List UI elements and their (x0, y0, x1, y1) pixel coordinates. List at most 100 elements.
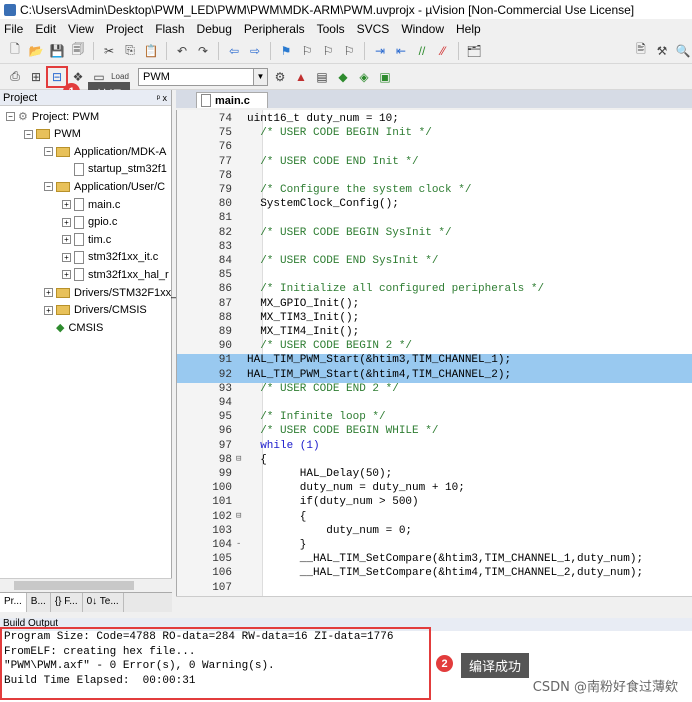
manage-run-time-icon[interactable]: ◆ (334, 68, 352, 86)
tree-item[interactable]: − PWM (24, 126, 81, 143)
expand-icon[interactable]: + (62, 252, 71, 262)
code-line[interactable]: 85 (177, 269, 692, 283)
expand-icon[interactable]: + (62, 217, 71, 227)
zoom-icon[interactable]: 🔍 (674, 42, 692, 60)
code-line[interactable]: 76 (177, 141, 692, 155)
scroll-thumb[interactable] (14, 581, 134, 590)
menu-help[interactable]: Help (456, 22, 481, 36)
menu-peripherals[interactable]: Peripherals (244, 22, 305, 36)
fold-marker[interactable]: ⊟ (236, 454, 245, 464)
tree-item[interactable]: + gpio.c (62, 214, 117, 231)
tab-main-c[interactable]: main.c (196, 92, 268, 108)
code-line[interactable]: 86 /* Initialize all configured peripher… (177, 283, 692, 297)
code-line[interactable]: 87 MX_GPIO_Init(); (177, 298, 692, 312)
open-folder-icon[interactable]: 📂 (27, 42, 45, 60)
code-line[interactable]: 83 (177, 241, 692, 255)
menu-tools[interactable]: Tools (317, 22, 345, 36)
tree-item[interactable]: + main.c (62, 196, 120, 213)
select-packs-icon[interactable]: ◈ (355, 68, 373, 86)
code-line[interactable]: 97 while (1) (177, 440, 692, 454)
code-line[interactable]: 89 MX_TIM4_Init(); (177, 326, 692, 340)
expand-icon[interactable]: + (44, 288, 53, 297)
menu-project[interactable]: Project (106, 22, 143, 36)
code-line[interactable]: 94 (177, 397, 692, 411)
bookmark-icon[interactable]: ⚑ (277, 42, 295, 60)
code-line[interactable]: 102 ⊟ { (177, 511, 692, 525)
undo-icon[interactable]: ↶ (173, 42, 191, 60)
fold-marker[interactable]: ⊟ (236, 511, 245, 521)
code-line[interactable]: 99 HAL_Delay(50); (177, 468, 692, 482)
new-file-icon[interactable]: 🗋 (6, 42, 24, 60)
code-line[interactable]: 98 ⊟ { (177, 454, 692, 468)
navigate-back-icon[interactable]: ⇦ (225, 42, 243, 60)
code-line[interactable]: 104- } (177, 539, 692, 553)
tree-item[interactable]: + Drivers/CMSIS (44, 302, 147, 319)
menu-flash[interactable]: Flash (155, 22, 184, 36)
tab-functions[interactable]: {} F... (51, 593, 83, 612)
code-line[interactable]: 95 /* Infinite loop */ (177, 411, 692, 425)
save-all-icon[interactable]: 🗐 (69, 42, 87, 60)
code-line[interactable]: 77 /* USER CODE END Init */ (177, 156, 692, 170)
debug-session-icon[interactable]: 🖹 (632, 42, 650, 60)
file-extensions-icon[interactable]: ▤ (313, 68, 331, 86)
menu-view[interactable]: View (68, 22, 94, 36)
expand-icon[interactable]: + (62, 235, 71, 245)
tree-item[interactable]: + stm32f1xx_it.c (62, 249, 158, 266)
code-line[interactable]: 90 /* USER CODE BEGIN 2 */ (177, 340, 692, 354)
redo-icon[interactable]: ↷ (194, 42, 212, 60)
code-line[interactable]: 106 __HAL_TIM_SetCompare(&htim4,TIM_CHAN… (177, 567, 692, 581)
expand-icon[interactable]: + (62, 200, 71, 209)
menu-window[interactable]: Window (401, 22, 444, 36)
code-line[interactable]: 84 /* USER CODE END SysInit */ (177, 255, 692, 269)
bookmark-next-icon[interactable]: ⚐ (319, 42, 337, 60)
bookmark-prev-icon[interactable]: ⚐ (298, 42, 316, 60)
tree-item[interactable]: + Drivers/STM32F1xx_ (44, 284, 177, 301)
code-line[interactable]: 92 HAL_TIM_PWM_Start(&htim4,TIM_CHANNEL_2… (177, 368, 692, 383)
manage-components-icon[interactable]: ▲ (292, 68, 310, 86)
fold-marker[interactable]: - (236, 539, 245, 549)
project-hscrollbar[interactable] (0, 578, 172, 592)
menu-debug[interactable]: Debug (197, 22, 232, 36)
cut-icon[interactable]: ✂ (100, 42, 118, 60)
code-line[interactable]: 79 /* Configure the system clock */ (177, 184, 692, 198)
code-line[interactable]: 78 (177, 170, 692, 184)
tab-project[interactable]: Pr... (0, 593, 27, 612)
tab-books[interactable]: B... (27, 593, 51, 612)
code-line[interactable]: 107 (177, 582, 692, 596)
indent-icon[interactable]: ⇥ (371, 42, 389, 60)
paste-icon[interactable]: 📋 (142, 42, 160, 60)
tree-item[interactable]: − Application/User/C (44, 178, 165, 195)
navigate-forward-icon[interactable]: ⇨ (246, 42, 264, 60)
code-line[interactable]: 101 if(duty_num > 500) (177, 496, 692, 510)
code-line[interactable]: 82 /* USER CODE BEGIN SysInit */ (177, 227, 692, 241)
menu-edit[interactable]: Edit (35, 22, 56, 36)
target-select[interactable]: PWM ▼ (138, 67, 268, 86)
tree-item[interactable]: + tim.c (62, 231, 111, 248)
tree-item[interactable]: − ⚙ Project: PWM (6, 108, 99, 125)
code-line[interactable]: 80 SystemClock_Config(); (177, 198, 692, 212)
editor-hscrollbar[interactable] (176, 596, 692, 610)
code-line[interactable]: 100 duty_num = duty_num + 10; (177, 482, 692, 496)
code-line[interactable]: 91 HAL_TIM_PWM_Start(&htim3,TIM_CHANNEL_1… (177, 354, 692, 369)
collapse-icon[interactable]: − (44, 182, 53, 192)
pack-installer-icon[interactable]: ▣ (376, 68, 394, 86)
panel-pin-close[interactable]: ᵖ x (157, 93, 171, 103)
target-options-icon[interactable]: ⚙ (271, 68, 289, 86)
menu-svcs[interactable]: SVCS (357, 22, 390, 36)
save-icon[interactable]: 💾 (48, 42, 66, 60)
rebuild-icon[interactable]: ⊟ (46, 65, 68, 88)
tree-item[interactable]: startup_stm32f1 (62, 161, 167, 178)
bookmark-clear-icon[interactable]: ⚐ (340, 42, 358, 60)
build-icon[interactable]: ⊞ (27, 68, 45, 86)
collapse-icon[interactable]: − (24, 129, 33, 139)
code-editor[interactable]: 74 uint16_t duty_num = 10; 75 /* USER CODE… (176, 110, 692, 596)
code-line[interactable]: 93 /* USER CODE END 2 */ (177, 383, 692, 397)
collapse-icon[interactable]: − (44, 147, 53, 157)
code-line[interactable]: 75 /* USER CODE BEGIN Init */ (177, 127, 692, 141)
translate-icon[interactable]: ⎙ (6, 68, 24, 86)
menu-file[interactable]: File (4, 22, 23, 36)
unindent-icon[interactable]: ⇤ (392, 42, 410, 60)
expand-icon[interactable]: + (62, 270, 71, 280)
code-line[interactable]: 81 (177, 212, 692, 226)
find-in-files-icon[interactable]: 🗂 (465, 42, 483, 60)
